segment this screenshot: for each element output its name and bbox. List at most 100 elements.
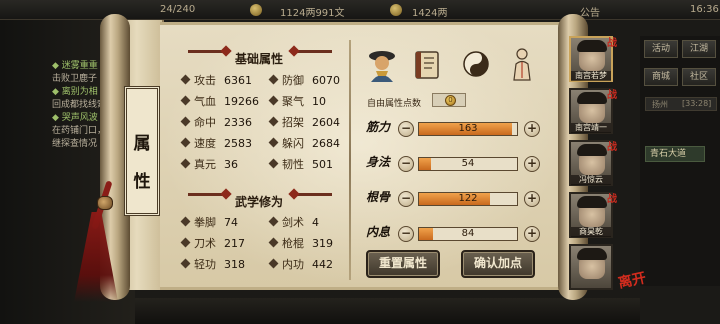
stat-value: 36 [224, 158, 238, 171]
stat-label: 拳脚 [194, 216, 216, 229]
attribute-name: 内息 [366, 225, 391, 239]
diamond-bullet-icon [180, 158, 191, 169]
menu-button-community[interactable]: 社区 [682, 68, 716, 86]
increase-button[interactable]: + [524, 226, 540, 242]
quest-log-line[interactable]: ◆ 离别为相 [52, 86, 98, 98]
stat-label: 韧性 [282, 158, 304, 171]
confirm-points-button[interactable]: 确认加点 [461, 250, 535, 278]
stat-value: 74 [224, 216, 238, 229]
stat-martial: 内功 442 [268, 256, 333, 272]
stat-basic: 气血 19266 [180, 93, 259, 109]
coin-icon [250, 4, 262, 16]
free-points-value: 0 [445, 95, 456, 106]
decrease-button[interactable]: − [398, 156, 414, 172]
stat-label: 气血 [194, 95, 216, 108]
diamond-bullet-icon [180, 95, 191, 106]
quest-chip[interactable]: 青石大道 [645, 146, 705, 162]
stat-value: 10 [312, 95, 326, 108]
battle-mark-icon: 战 [607, 38, 617, 49]
party-member-card[interactable]: 商昊乾 战 [569, 192, 617, 238]
menu-button-shop[interactable]: 商城 [644, 68, 678, 86]
attribute-value: 84 [461, 228, 475, 239]
attribute-bar: 54 [418, 157, 518, 171]
diamond-bullet-icon [268, 216, 279, 227]
quest-log-line[interactable]: 在药铺门口， [52, 125, 106, 137]
character-hair [577, 196, 607, 208]
attribute-bar: 84 [418, 227, 518, 241]
diamond-bullet-icon [268, 137, 279, 148]
attribute-name: 身法 [366, 155, 391, 169]
free-points-label: 自由属性点数 [367, 99, 422, 109]
stat-label: 轻功 [194, 258, 216, 271]
diamond-bullet-icon [268, 95, 279, 106]
battle-mark-icon: 战 [607, 90, 617, 101]
stat-basic: 防御 6070 [268, 72, 340, 88]
exit-seal-button[interactable]: 离开 [616, 267, 648, 292]
stat-label: 枪棍 [282, 237, 304, 250]
panel-divider [349, 40, 351, 280]
party-member-card[interactable]: 南宫若梦 战 [569, 36, 617, 82]
gold-amount: 1424两 [412, 8, 448, 19]
increase-button[interactable]: + [524, 156, 540, 172]
ornament-right [294, 193, 332, 196]
stat-value: 501 [312, 158, 333, 171]
stat-label: 刀术 [194, 237, 216, 250]
party-member-card[interactable] [569, 244, 613, 290]
reset-attributes-button[interactable]: 重置属性 [366, 250, 440, 278]
party-member-card[interactable]: 南宫靖一 战 [569, 88, 617, 134]
stat-martial: 刀术 217 [180, 235, 245, 251]
attribute-row: 根骨 − 122 + [366, 188, 546, 210]
meridian-tab[interactable] [506, 46, 538, 82]
quest-log-line[interactable]: ◆ 哭声风波 [52, 112, 98, 124]
character-tab[interactable] [366, 46, 398, 82]
ornament-right [294, 50, 332, 53]
decrease-button[interactable]: − [398, 191, 414, 207]
stat-label: 防御 [282, 74, 304, 87]
diamond-bullet-icon [180, 116, 191, 127]
stat-martial: 剑术 4 [268, 214, 319, 230]
attribute-name: 筋力 [366, 120, 391, 134]
stat-basic: 躲闪 2684 [268, 135, 340, 151]
menu-button-jianghu[interactable]: 江湖 [682, 40, 716, 58]
stat-value: 217 [224, 237, 245, 250]
attribute-row: 内息 − 84 + [366, 223, 546, 245]
quest-log-line[interactable]: 回成都找线索 [52, 99, 106, 111]
tassel-knot [97, 196, 113, 210]
quest-log-line[interactable]: ◆ 迷雾重重 [52, 60, 98, 72]
increase-button[interactable]: + [524, 121, 540, 137]
ornament-left [188, 50, 226, 53]
character-portrait-icon [369, 51, 395, 82]
increase-button[interactable]: + [524, 191, 540, 207]
bottom-toolbar [135, 298, 640, 324]
stat-value: 2583 [224, 137, 252, 150]
attribute-tab[interactable] [412, 46, 444, 82]
diamond-bullet-icon [180, 137, 191, 148]
quest-log-line[interactable]: 继探查情况 [52, 138, 97, 150]
attribute-row: 身法 − 54 + [366, 153, 546, 175]
clock: 16:36 [690, 4, 719, 15]
attribute-bar: 163 [418, 122, 518, 136]
attribute-bar: 122 [418, 192, 518, 206]
character-name: 商昊乾 [571, 227, 611, 237]
stat-basic: 招架 2604 [268, 114, 340, 130]
stat-value: 2604 [312, 116, 340, 129]
diamond-bullet-icon [268, 74, 279, 85]
meridian-figure-icon [513, 48, 531, 81]
menu-button-activity[interactable]: 活动 [644, 40, 678, 58]
title-char-1: 属 [133, 134, 151, 154]
location-time: [33:28] [682, 99, 712, 108]
stat-label: 命中 [194, 116, 216, 129]
party-member-card[interactable]: 冯惊云 战 [569, 140, 617, 186]
attribute-value: 122 [458, 193, 478, 204]
stat-basic: 韧性 501 [268, 156, 333, 172]
decrease-button[interactable]: − [398, 226, 414, 242]
taiji-tab[interactable] [460, 46, 492, 82]
stat-label: 躲闪 [282, 137, 304, 150]
decrease-button[interactable]: − [398, 121, 414, 137]
title-char-2: 性 [133, 172, 151, 192]
stat-basic: 真元 36 [180, 156, 238, 172]
stat-basic: 聚气 10 [268, 93, 326, 109]
quest-log-line[interactable]: 击败卫鹿子 [52, 73, 97, 85]
taiji-icon [463, 51, 489, 77]
stat-basic: 命中 2336 [180, 114, 252, 130]
